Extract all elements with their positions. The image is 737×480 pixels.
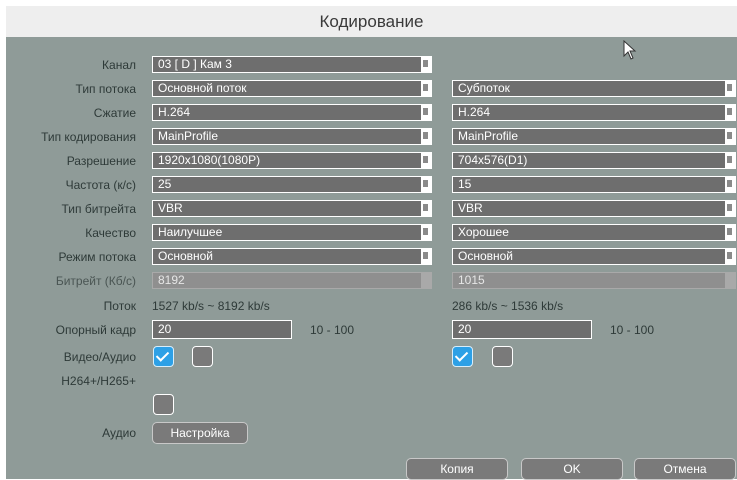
dropdown-arrow-icon <box>725 273 735 288</box>
main-audio-checkbox[interactable] <box>192 346 213 367</box>
keyframe-label: Опорный кадр <box>55 323 136 337</box>
cancel-button[interactable]: Отмена <box>634 458 736 480</box>
sub-bitrate-type-select[interactable]: VBR <box>452 200 736 217</box>
dropdown-arrow-icon[interactable] <box>421 129 431 144</box>
sub-video-checkbox[interactable] <box>452 346 473 367</box>
main-stream-mode-select[interactable]: Основной <box>152 248 432 265</box>
sub-stream-type-select[interactable]: Субпоток <box>452 80 736 97</box>
dropdown-arrow-icon[interactable] <box>421 225 431 240</box>
framerate-label: Частота (к/с) <box>65 178 136 192</box>
dropdown-arrow-icon[interactable] <box>421 177 431 192</box>
sub-audio-checkbox[interactable] <box>492 346 513 367</box>
main-bitrate-type-select[interactable]: VBR <box>152 200 432 217</box>
sub-encoding-type-select[interactable]: MainProfile <box>452 128 736 145</box>
sub-framerate-value: 15 <box>458 177 472 191</box>
main-encoding-type-value: MainProfile <box>158 129 219 143</box>
main-video-checkbox[interactable] <box>153 346 174 367</box>
main-quality-value: Наилучшее <box>158 225 223 239</box>
bitrate-type-label: Тип битрейта <box>61 202 137 216</box>
dropdown-arrow-icon[interactable] <box>725 201 735 216</box>
resolution-label: Разрешение <box>66 154 136 168</box>
copy-button[interactable]: Копия <box>406 458 508 480</box>
main-stream-type-select[interactable]: Основной поток <box>152 80 432 97</box>
main-stream-mode-value: Основной <box>158 249 214 263</box>
main-compression-value: H.264 <box>158 105 191 119</box>
dropdown-arrow-icon[interactable] <box>725 81 735 96</box>
encoding-dialog: Кодирование Канал 03 [ D ] Кам 3 Тип пот… <box>6 6 737 480</box>
main-framerate-select[interactable]: 25 <box>152 176 432 193</box>
sub-framerate-select[interactable]: 15 <box>452 176 736 193</box>
main-compression-select[interactable]: H.264 <box>152 104 432 121</box>
dropdown-arrow-icon[interactable] <box>421 81 431 96</box>
sub-bitrate-value: 1015 <box>458 273 485 287</box>
main-encoding-type-select[interactable]: MainProfile <box>152 128 432 145</box>
sub-bitrate-select: 1015 <box>452 272 736 289</box>
main-quality-select[interactable]: Наилучшее <box>152 224 432 241</box>
h264plus-checkbox[interactable] <box>153 394 174 415</box>
h264plus-label: H264+/H265+ <box>61 374 136 388</box>
sub-stream-mode-select[interactable]: Основной <box>452 248 736 265</box>
main-bitrate-type-value: VBR <box>158 201 183 215</box>
dropdown-arrow-icon[interactable] <box>725 129 735 144</box>
stream-label: Поток <box>103 299 136 313</box>
quality-label: Качество <box>85 226 136 240</box>
audio-settings-button[interactable]: Настройка <box>152 422 248 444</box>
main-resolution-select[interactable]: 1920x1080(1080P) <box>152 152 432 169</box>
sub-encoding-type-value: MainProfile <box>458 129 519 143</box>
sub-stream-range: 286 kb/s ~ 1536 kb/s <box>452 299 564 313</box>
dropdown-arrow-icon[interactable] <box>725 153 735 168</box>
dropdown-arrow-icon[interactable] <box>725 105 735 120</box>
dialog-title: Кодирование <box>6 6 737 37</box>
main-bitrate-value: 8192 <box>158 273 185 287</box>
dropdown-arrow-icon[interactable] <box>421 57 431 72</box>
audio-label: Аудио <box>102 426 136 440</box>
channel-label: Канал <box>102 58 136 72</box>
sub-bitrate-type-value: VBR <box>458 201 483 215</box>
main-keyframe-input[interactable]: 20 <box>152 320 292 339</box>
encoding-type-label: Тип кодирования <box>41 130 136 144</box>
dropdown-arrow-icon[interactable] <box>421 153 431 168</box>
main-stream-range: 1527 kb/s ~ 8192 kb/s <box>152 299 270 313</box>
dropdown-arrow-icon[interactable] <box>725 225 735 240</box>
dropdown-arrow-icon[interactable] <box>421 249 431 264</box>
ok-button[interactable]: OK <box>521 458 623 480</box>
main-stream-type-value: Основной поток <box>158 81 247 95</box>
sub-quality-select[interactable]: Хорошее <box>452 224 736 241</box>
sub-compression-select[interactable]: H.264 <box>452 104 736 121</box>
dropdown-arrow-icon <box>421 273 431 288</box>
channel-value: 03 [ D ] Кам 3 <box>158 57 232 71</box>
sub-stream-mode-value: Основной <box>458 249 514 263</box>
sub-resolution-value: 704x576(D1) <box>458 153 528 167</box>
sub-stream-type-value: Субпоток <box>458 81 510 95</box>
sub-keyframe-input[interactable]: 20 <box>452 320 592 339</box>
stream-type-label: Тип потока <box>75 82 136 96</box>
channel-select[interactable]: 03 [ D ] Кам 3 <box>152 56 432 73</box>
main-resolution-value: 1920x1080(1080P) <box>158 153 261 167</box>
sub-quality-value: Хорошее <box>458 225 509 239</box>
dropdown-arrow-icon[interactable] <box>725 177 735 192</box>
video-audio-label: Видео/Аудио <box>63 350 136 364</box>
sub-resolution-select[interactable]: 704x576(D1) <box>452 152 736 169</box>
main-keyframe-range: 10 - 100 <box>310 323 355 337</box>
sub-keyframe-range: 10 - 100 <box>610 323 655 337</box>
dropdown-arrow-icon[interactable] <box>725 249 735 264</box>
dropdown-arrow-icon[interactable] <box>421 105 431 120</box>
sub-compression-value: H.264 <box>458 105 491 119</box>
stream-mode-label: Режим потока <box>58 250 136 264</box>
compression-label: Сжатие <box>93 106 136 120</box>
dropdown-arrow-icon[interactable] <box>421 201 431 216</box>
main-bitrate-select: 8192 <box>152 272 432 289</box>
mouse-pointer-icon <box>623 40 637 60</box>
bitrate-label: Битрейт (Кб/с) <box>55 274 136 288</box>
main-framerate-value: 25 <box>158 177 172 191</box>
